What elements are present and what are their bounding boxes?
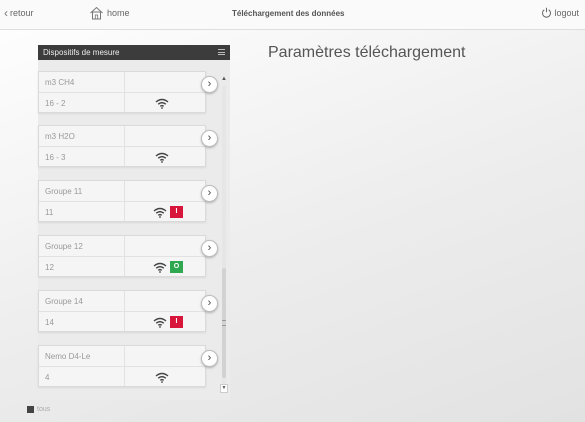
device-name: m3 CH4	[45, 78, 75, 87]
device-id: 16 - 2	[45, 99, 66, 108]
divider	[39, 311, 205, 312]
divider	[39, 366, 205, 367]
status-badge: I	[170, 316, 183, 328]
open-device-button[interactable]: ›	[201, 130, 218, 147]
top-bar: ‹ retour home Téléchargement des données…	[0, 0, 585, 30]
divider	[124, 181, 125, 221]
device-card[interactable]: Groupe 11 11 I ›	[38, 180, 218, 222]
power-icon	[542, 7, 552, 18]
home-button[interactable]: home	[89, 6, 130, 20]
device-card[interactable]: Groupe 14 14 I ›	[38, 290, 218, 332]
back-label: retour	[10, 8, 34, 18]
open-device-button[interactable]: ›	[201, 76, 218, 93]
open-device-button[interactable]: ›	[201, 185, 218, 202]
divider	[39, 146, 205, 147]
device-card[interactable]: Nemo D4-Le 4 ›	[38, 345, 218, 387]
back-button[interactable]: ‹ retour	[4, 6, 34, 20]
sidebar-title: Dispositifs de mesure	[43, 48, 120, 57]
divider	[124, 236, 125, 276]
show-all-label: tous	[37, 406, 51, 413]
device-name: Nemo D4-Le	[45, 352, 91, 361]
logout-label: logout	[554, 7, 579, 18]
wifi-icon	[155, 152, 169, 163]
sidebar-header: Dispositifs de mesure	[38, 45, 230, 60]
divider	[124, 72, 125, 112]
divider	[39, 256, 205, 257]
device-name: Groupe 12	[45, 242, 83, 251]
device-id: 12	[45, 263, 54, 272]
checkbox-icon[interactable]	[27, 406, 34, 413]
page-header-title: Téléchargement des données	[232, 9, 345, 18]
menu-icon[interactable]	[218, 49, 225, 55]
divider	[124, 291, 125, 331]
open-device-button[interactable]: ›	[201, 240, 218, 257]
open-device-button[interactable]: ›	[201, 350, 218, 367]
logout-button[interactable]: logout	[541, 7, 579, 18]
wifi-icon	[153, 317, 167, 328]
home-icon	[90, 6, 103, 20]
device-name: m3 H2O	[45, 132, 75, 141]
device-list-scrollbar[interactable]: ▲ ▼	[220, 76, 228, 396]
status-badge: O	[170, 261, 183, 273]
device-id: 11	[45, 208, 54, 217]
device-card[interactable]: m3 CH4 16 - 2 ›	[38, 71, 218, 113]
device-card[interactable]: Groupe 12 12 O ›	[38, 235, 218, 277]
scroll-up-icon[interactable]: ▲	[220, 76, 228, 84]
device-card[interactable]: m3 H2O 16 - 3 ›	[38, 125, 218, 167]
wifi-icon	[155, 372, 169, 383]
device-name: Groupe 11	[45, 187, 83, 196]
device-id: 14	[45, 318, 54, 327]
divider	[124, 346, 125, 386]
scroll-down-icon[interactable]: ▼	[220, 384, 228, 393]
scroll-grip-icon	[222, 320, 226, 326]
device-id: 4	[45, 373, 50, 382]
wifi-icon	[153, 262, 167, 273]
chevron-left-icon: ‹	[4, 6, 8, 20]
wifi-icon	[153, 207, 167, 218]
status-badge: I	[170, 206, 183, 218]
divider	[39, 201, 205, 202]
home-label: home	[107, 8, 130, 18]
wifi-icon	[155, 98, 169, 109]
show-all-toggle[interactable]: tous	[27, 406, 50, 413]
page-title: Paramètres téléchargement	[268, 44, 466, 61]
divider	[39, 92, 205, 93]
device-id: 16 - 3	[45, 153, 66, 162]
open-device-button[interactable]: ›	[201, 295, 218, 312]
device-name: Groupe 14	[45, 297, 83, 306]
divider	[124, 126, 125, 166]
